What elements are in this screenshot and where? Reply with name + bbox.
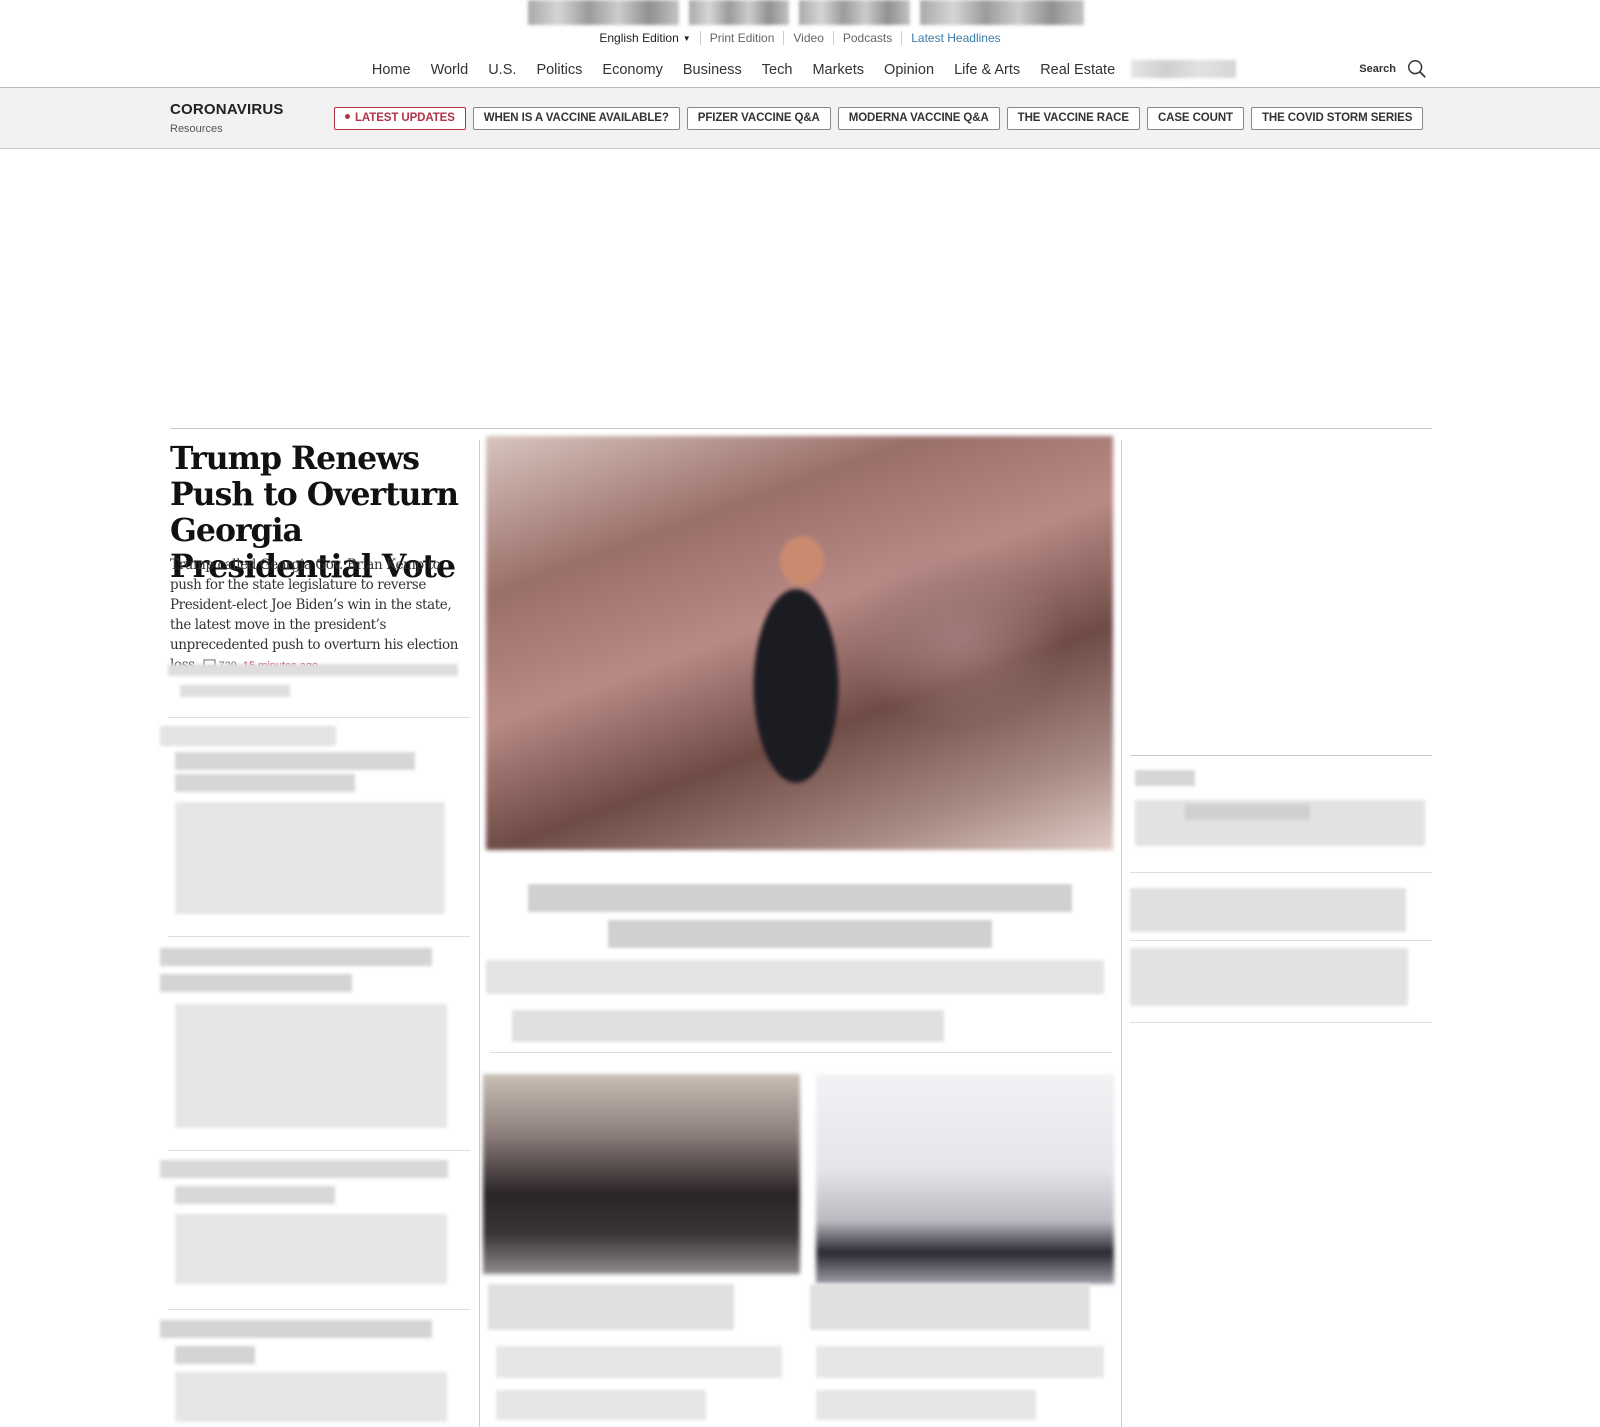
ad-slot	[0, 150, 1600, 426]
caret-down-icon: ▼	[682, 34, 691, 43]
pill-latest-updates[interactable]: LATEST UPDATES	[334, 107, 466, 130]
pill-vaccine-race[interactable]: THE VACCINE RACE	[1006, 107, 1140, 130]
pill-pfizer-vaccine[interactable]: PFIZER VACCINE Q&A	[686, 107, 831, 130]
search-button[interactable]: Search	[1359, 58, 1428, 80]
pill-label: LATEST UPDATES	[355, 112, 455, 124]
coronavirus-resources-bar: CORONAVIRUS Resources LATEST UPDATES WHE…	[0, 88, 1600, 149]
utility-link-latest-headlines[interactable]: Latest Headlines	[901, 31, 1009, 45]
story-photo[interactable]	[483, 1074, 800, 1274]
utility-link-print-edition[interactable]: Print Edition	[699, 31, 784, 45]
edition-selector[interactable]: English Edition ▼	[590, 31, 699, 46]
coronavirus-title[interactable]: CORONAVIRUS	[170, 101, 284, 118]
nav-item-markets[interactable]: Markets	[812, 62, 864, 78]
nav-item-us[interactable]: U.S.	[488, 62, 516, 78]
lead-summary: Trump called Georgia Gov. Brian Kemp to …	[170, 555, 470, 676]
utility-link-podcasts[interactable]: Podcasts	[832, 31, 901, 45]
nav-item-home[interactable]: Home	[372, 62, 411, 78]
nav-item-tech[interactable]: Tech	[762, 62, 793, 78]
nav-item-redacted[interactable]	[1131, 60, 1237, 78]
pill-vaccine-available[interactable]: WHEN IS A VACCINE AVAILABLE?	[472, 107, 680, 130]
column-divider	[1121, 440, 1122, 1427]
story-photo[interactable]	[816, 1074, 1114, 1284]
utility-nav: English Edition ▼ Print Edition Video Podcas…	[0, 31, 1600, 46]
search-icon	[1408, 60, 1426, 78]
search-label: Search	[1359, 63, 1396, 75]
nav-item-economy[interactable]: Economy	[602, 62, 662, 78]
lead-summary-text: Trump called Georgia Gov. Brian Kemp to …	[170, 557, 459, 673]
section-divider	[170, 428, 1432, 429]
pill-moderna-vaccine[interactable]: MODERNA VACCINE Q&A	[837, 107, 1000, 130]
nav-item-politics[interactable]: Politics	[536, 62, 582, 78]
pill-case-count[interactable]: CASE COUNT	[1146, 107, 1244, 130]
edition-label: English Edition	[599, 31, 679, 45]
nav-item-life-arts[interactable]: Life & Arts	[954, 62, 1020, 78]
nav-item-opinion[interactable]: Opinion	[884, 62, 934, 78]
site-logo[interactable]	[528, 0, 1084, 25]
nav-item-business[interactable]: Business	[683, 62, 742, 78]
lead-photo[interactable]	[486, 436, 1113, 850]
nav-item-real-estate[interactable]: Real Estate	[1040, 62, 1115, 78]
coronavirus-subtitle: Resources	[170, 123, 223, 135]
column-divider	[479, 440, 480, 1427]
live-dot-icon	[345, 114, 350, 119]
nav-item-world[interactable]: World	[431, 62, 469, 78]
utility-link-video[interactable]: Video	[783, 31, 832, 45]
pill-covid-storm-series[interactable]: THE COVID STORM SERIES	[1250, 107, 1424, 130]
